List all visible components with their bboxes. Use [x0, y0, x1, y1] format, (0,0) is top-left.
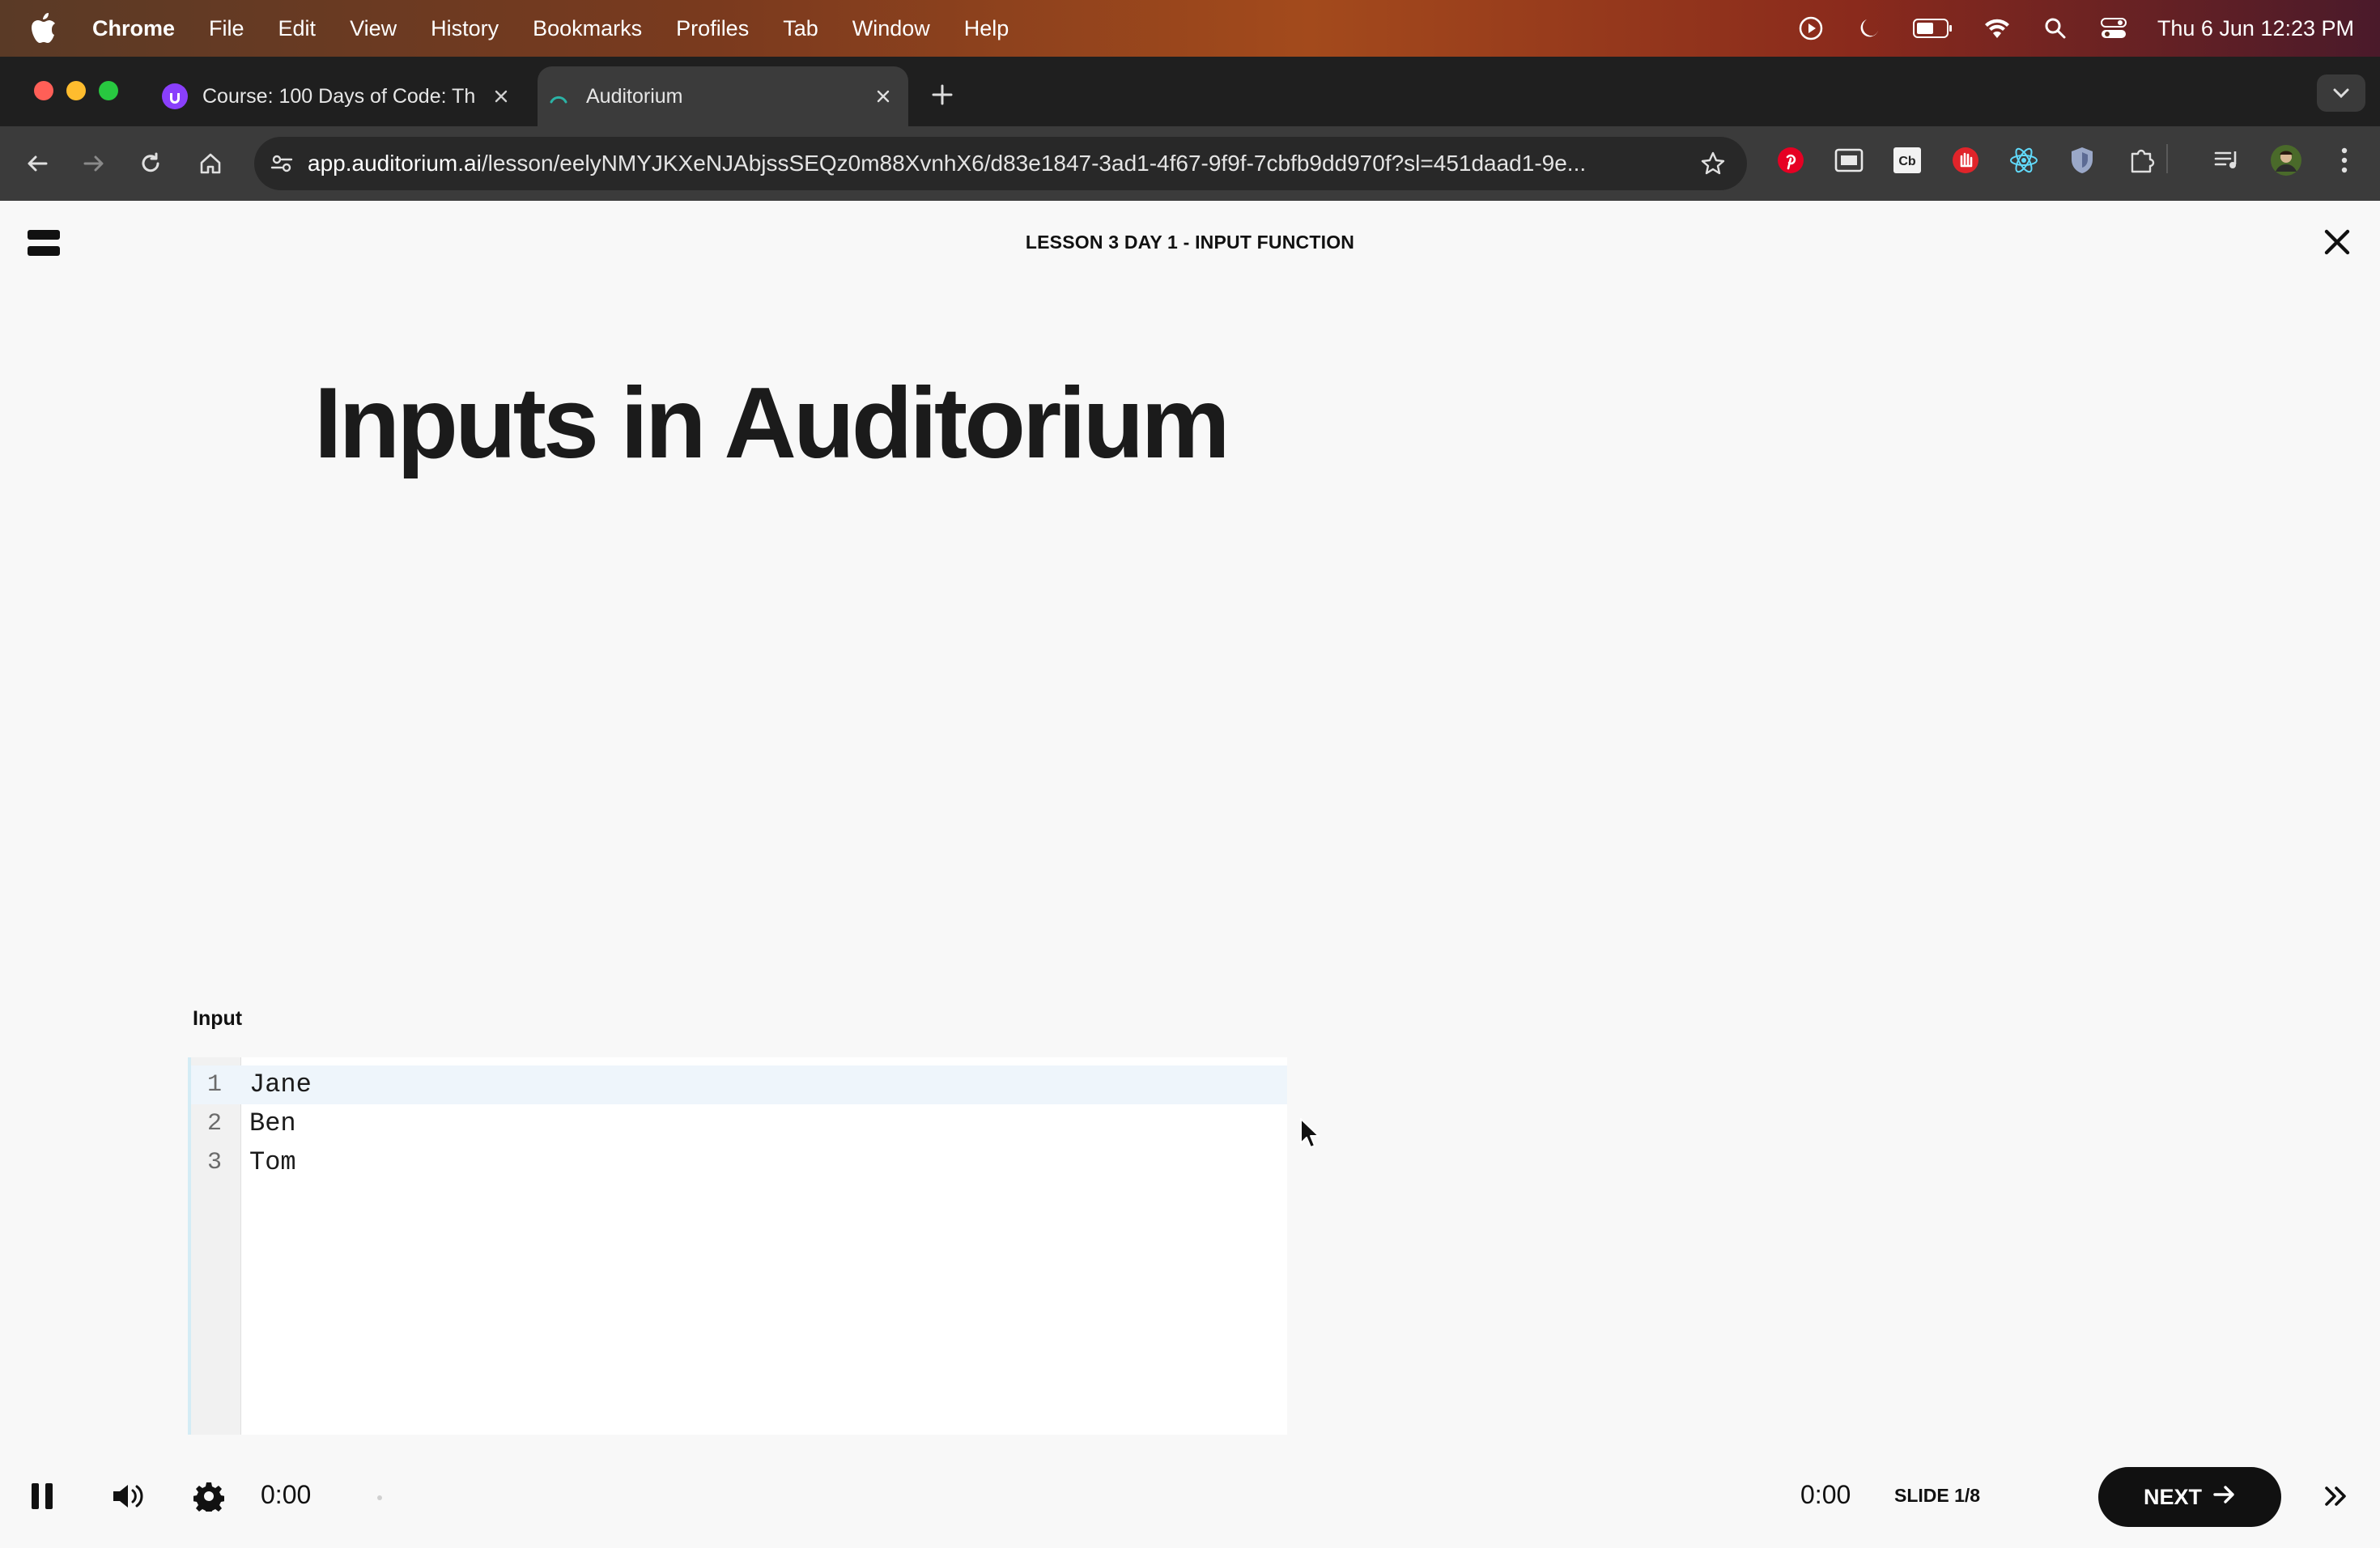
menu-app-name[interactable]: Chrome [92, 16, 175, 41]
tab-auditorium[interactable]: Auditorium [538, 66, 908, 126]
minimize-window-button[interactable] [66, 81, 86, 100]
hand-stop-extension-icon[interactable] [1949, 144, 1982, 176]
editor-line[interactable]: 3 Tom [191, 1143, 1287, 1182]
forward-arrow-icon[interactable] [74, 144, 113, 183]
url-text[interactable]: app.auditorium.ai/lesson/eelyNMYJKXeNJAb… [308, 151, 1697, 176]
menu-view[interactable]: View [350, 16, 397, 41]
progress-scrubber[interactable] [377, 1495, 382, 1500]
extensions-puzzle-icon[interactable] [2126, 144, 2158, 176]
bookmark-star-icon[interactable] [1697, 147, 1729, 180]
browser-tab-strip: Course: 100 Days of Code: Th Auditorium [0, 57, 2380, 126]
media-controls-icon[interactable] [2212, 144, 2244, 176]
back-arrow-icon[interactable] [18, 144, 57, 183]
lesson-title: LESSON 3 DAY 1 - INPUT FUNCTION [1025, 232, 1355, 253]
pause-icon[interactable] [24, 1478, 60, 1514]
pinterest-extension-icon[interactable] [1774, 144, 1807, 176]
screen-recording-icon[interactable] [1796, 14, 1825, 43]
url-host: app.auditorium.ai [308, 151, 482, 176]
new-tab-plus-icon[interactable] [926, 79, 958, 112]
react-devtools-extension-icon[interactable] [2008, 144, 2040, 176]
tab-course[interactable]: Course: 100 Days of Code: Th [154, 66, 526, 126]
menu-file[interactable]: File [209, 16, 244, 41]
maximize-window-button[interactable] [99, 81, 118, 100]
tab-title: Course: 100 Days of Code: Th [202, 84, 476, 108]
tab-close-icon[interactable] [489, 84, 513, 108]
settings-gear-icon[interactable] [191, 1478, 227, 1514]
mouse-pointer-icon [1298, 1117, 1321, 1150]
remaining-time: 0:00 [1800, 1480, 1851, 1509]
menu-tab[interactable]: Tab [783, 16, 818, 41]
macos-menu-bar: Chrome File Edit View History Bookmarks … [0, 0, 2380, 57]
svg-text:Cb: Cb [1898, 155, 1916, 168]
lesson-page: LESSON 3 DAY 1 - INPUT FUNCTION Inputs i… [0, 201, 2380, 1548]
elapsed-time: 0:00 [261, 1480, 312, 1509]
line-number: 3 [206, 1149, 222, 1176]
menu-edit[interactable]: Edit [278, 16, 317, 41]
auditorium-favicon-icon [546, 83, 572, 109]
focus-moon-icon[interactable] [1855, 14, 1884, 43]
control-center-icon[interactable] [2099, 14, 2128, 43]
line-text[interactable]: Ben [249, 1104, 296, 1143]
slide-heading: Inputs in Auditorium [314, 368, 1230, 479]
profile-avatar[interactable] [2270, 144, 2302, 176]
toolbar-divider [2166, 144, 2168, 173]
editor-line[interactable]: 2 Ben [191, 1104, 1287, 1143]
skip-forward-chevrons-icon[interactable] [2318, 1478, 2354, 1514]
window-controls [34, 81, 118, 100]
reload-icon[interactable] [131, 144, 170, 183]
spotlight-search-icon[interactable] [2041, 14, 2070, 43]
close-lesson-icon[interactable] [2322, 227, 2352, 257]
shield-extension-icon[interactable] [2066, 144, 2098, 176]
apple-icon[interactable] [31, 12, 60, 45]
menu-profiles[interactable]: Profiles [676, 16, 749, 41]
next-button[interactable]: NEXT [2098, 1467, 2281, 1527]
close-window-button[interactable] [34, 81, 53, 100]
menu-help[interactable]: Help [964, 16, 1009, 41]
battery-icon[interactable] [1912, 14, 1953, 43]
line-text[interactable]: Jane [249, 1065, 312, 1104]
editor-line[interactable]: 1 Jane [191, 1065, 1287, 1104]
tab-search-chevron-icon[interactable] [2317, 74, 2365, 112]
arrow-right-icon [2213, 1485, 2236, 1510]
line-number: 2 [206, 1110, 222, 1138]
wifi-icon[interactable] [1983, 14, 2012, 43]
home-icon[interactable] [191, 144, 230, 183]
picture-in-picture-extension-icon[interactable] [1833, 144, 1865, 176]
url-path: /lesson/eelyNMYJKXeNJAbjssSEQz0m88XvnhX6… [481, 151, 1587, 176]
tab-title: Auditorium [586, 84, 683, 108]
menu-window[interactable]: Window [852, 16, 930, 41]
input-editor[interactable]: 1 Jane 2 Ben 3 Tom [188, 1057, 1287, 1435]
cb-extension-icon[interactable]: Cb [1891, 144, 1923, 176]
browser-toolbar: app.auditorium.ai/lesson/eelyNMYJKXeNJAb… [0, 126, 2380, 201]
volume-icon[interactable] [110, 1478, 146, 1514]
menu-bookmarks[interactable]: Bookmarks [533, 16, 642, 41]
line-number: 1 [206, 1071, 222, 1099]
slide-counter: SLIDE 1/8 [1894, 1485, 1981, 1506]
site-settings-icon[interactable] [266, 147, 298, 180]
next-button-label: NEXT [2143, 1484, 2202, 1509]
menu-history[interactable]: History [431, 16, 499, 41]
udemy-favicon-icon [162, 83, 188, 109]
line-text[interactable]: Tom [249, 1143, 296, 1182]
tab-close-icon[interactable] [871, 84, 895, 108]
address-bar[interactable]: app.auditorium.ai/lesson/eelyNMYJKXeNJAb… [254, 137, 1747, 190]
chrome-menu-kebab-icon[interactable] [2328, 144, 2361, 176]
input-label: Input [193, 1007, 243, 1030]
menu-bar-clock[interactable]: Thu 6 Jun 12:23 PM [2157, 16, 2354, 41]
slide-player-bar: 0:00 0:00 SLIDE 1/8 NEXT [0, 1441, 2380, 1548]
